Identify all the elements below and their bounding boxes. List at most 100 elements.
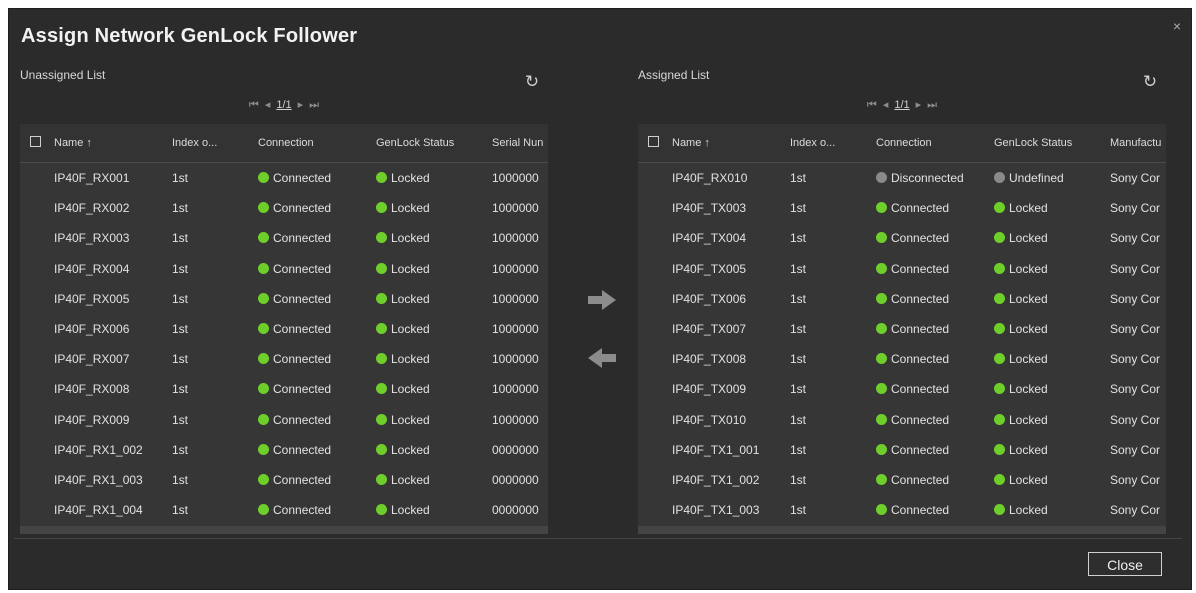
move-to-assigned-arrow-icon[interactable] <box>588 290 616 310</box>
index-text: 1st <box>790 171 807 186</box>
connection-cell: Connected <box>876 262 994 276</box>
connection-text: Connected <box>273 442 332 457</box>
table-row[interactable]: IP40F_RX1_002 1st Connected Locked 0000000 <box>20 435 548 465</box>
table-row[interactable]: IP40F_TX009 1st Connected Locked Sony Cor <box>638 374 1166 404</box>
table-row[interactable]: IP40F_TX1_001 1st Connected Locked Sony Cor <box>638 435 1166 465</box>
column-header-connection[interactable]: Connection <box>258 137 376 149</box>
table-row[interactable]: IP40F_RX1_004 1st Connected Locked 0000000 <box>20 495 548 525</box>
genlock-status-cell: Undefined <box>994 171 1110 185</box>
index-text: 1st <box>172 382 189 397</box>
table-row[interactable]: IP40F_RX005 1st Connected Locked 1000000 <box>20 284 548 314</box>
last-page-icon[interactable]: ⏭ <box>309 99 319 111</box>
connection-status-icon <box>258 353 269 365</box>
column-header-serial-number[interactable]: Serial Nun <box>492 137 548 149</box>
genlock-status-cell: Locked <box>994 473 1110 487</box>
select-all-checkbox[interactable] <box>648 136 659 147</box>
table-row[interactable]: IP40F_RX008 1st Connected Locked 1000000 <box>20 374 548 404</box>
index-text: 1st <box>790 503 807 518</box>
table-row[interactable]: IP40F_TX007 1st Connected Locked Sony Cor <box>638 314 1166 344</box>
manufacturer-cell: Sony Cor <box>1110 171 1166 185</box>
device-name-text: IP40F_RX1_002 <box>54 442 143 457</box>
connection-status-icon <box>876 353 887 365</box>
table-row[interactable]: IP40F_TX003 1st Connected Locked Sony Cor <box>638 193 1166 223</box>
refresh-icon[interactable]: ↻ <box>1140 72 1160 92</box>
first-page-icon[interactable]: ⏮ <box>249 99 259 111</box>
connection-status-icon <box>876 413 887 425</box>
prev-page-icon[interactable]: ◂ <box>265 99 271 111</box>
device-name-cell: IP40F_RX002 <box>54 201 172 215</box>
connection-cell: Connected <box>258 503 376 517</box>
manufacturer-text: Sony Cor <box>1110 322 1161 337</box>
table-header: Name ↑ Index o... Connection GenLock Sta… <box>20 124 548 163</box>
manufacturer-cell: Sony Cor <box>1110 201 1166 215</box>
close-icon[interactable]: × <box>1173 19 1181 33</box>
table-row[interactable]: IP40F_RX007 1st Connected Locked 1000000 <box>20 344 548 374</box>
table-row[interactable]: IP40F_RX003 1st Connected Locked 1000000 <box>20 223 548 253</box>
table-row[interactable]: IP40F_RX002 1st Connected Locked 1000000 <box>20 193 548 223</box>
genlock-status-text: Locked <box>391 472 430 487</box>
table-row[interactable]: IP40F_RX006 1st Connected Locked 1000000 <box>20 314 548 344</box>
table-row[interactable]: IP40F_TX004 1st Connected Locked Sony Cor <box>638 223 1166 253</box>
genlock-status-text: Locked <box>391 261 430 276</box>
device-name-text: IP40F_TX008 <box>672 352 747 367</box>
column-header-name[interactable]: Name ↑ <box>672 137 790 149</box>
manufacturer-text: Sony Cor <box>1110 472 1161 487</box>
genlock-status-text: Locked <box>1009 322 1048 337</box>
index-text: 1st <box>172 412 189 427</box>
table-row[interactable]: IP40F_TX005 1st Connected Locked Sony Cor <box>638 254 1166 284</box>
genlock-status-cell: Locked <box>376 201 492 215</box>
device-name-text: IP40F_RX001 <box>54 171 130 186</box>
horizontal-scrollbar[interactable] <box>20 526 548 534</box>
table-row[interactable]: IP40F_RX009 1st Connected Locked 1000000 <box>20 405 548 435</box>
genlock-status-icon <box>376 383 387 395</box>
connection-cell: Connected <box>876 443 994 457</box>
manufacturer-cell: Sony Cor <box>1110 382 1166 396</box>
connection-status-icon <box>258 413 269 425</box>
table-row[interactable]: IP40F_RX1_003 1st Connected Locked 0000000 <box>20 465 548 495</box>
index-cell: 1st <box>172 231 258 245</box>
table-row[interactable]: IP40F_RX004 1st Connected Locked 1000000 <box>20 254 548 284</box>
genlock-status-icon <box>994 292 1005 304</box>
serial-number-cell: 1000000 <box>492 171 548 185</box>
genlock-status-cell: Locked <box>376 382 492 396</box>
connection-text: Connected <box>273 231 332 246</box>
index-text: 1st <box>790 472 807 487</box>
connection-cell: Connected <box>876 473 994 487</box>
move-to-unassigned-arrow-icon[interactable] <box>588 348 616 368</box>
index-text: 1st <box>790 382 807 397</box>
next-page-icon[interactable]: ▸ <box>298 99 304 111</box>
table-row[interactable]: IP40F_TX008 1st Connected Locked Sony Cor <box>638 344 1166 374</box>
column-header-index[interactable]: Index o... <box>172 137 258 149</box>
index-cell: 1st <box>172 473 258 487</box>
column-header-genlock-status[interactable]: GenLock Status <box>994 137 1110 149</box>
connection-text: Connected <box>273 261 332 276</box>
genlock-status-icon <box>994 473 1005 485</box>
device-name-cell: IP40F_TX1_001 <box>672 443 790 457</box>
horizontal-scrollbar[interactable] <box>638 526 1166 534</box>
select-all-checkbox[interactable] <box>30 136 41 147</box>
table-row[interactable]: IP40F_RX001 1st Connected Locked 1000000 <box>20 163 548 193</box>
column-header-genlock-status[interactable]: GenLock Status <box>376 137 492 149</box>
table-row[interactable]: IP40F_TX010 1st Connected Locked Sony Cor <box>638 405 1166 435</box>
connection-text: Connected <box>273 503 332 518</box>
table-row[interactable]: IP40F_TX1_003 1st Connected Locked Sony Cor <box>638 495 1166 525</box>
connection-status-icon <box>876 262 887 274</box>
first-page-icon[interactable]: ⏮ <box>867 99 877 111</box>
table-row[interactable]: IP40F_TX006 1st Connected Locked Sony Cor <box>638 284 1166 314</box>
table-row[interactable]: IP40F_TX1_002 1st Connected Locked Sony Cor <box>638 465 1166 495</box>
index-cell: 1st <box>172 262 258 276</box>
connection-cell: Connected <box>876 292 994 306</box>
column-header-manufacturer[interactable]: Manufactu <box>1110 137 1166 149</box>
close-button[interactable]: Close <box>1088 552 1162 576</box>
last-page-icon[interactable]: ⏭ <box>927 99 937 111</box>
manufacturer-cell: Sony Cor <box>1110 473 1166 487</box>
device-name-text: IP40F_TX007 <box>672 322 747 337</box>
prev-page-icon[interactable]: ◂ <box>883 99 889 111</box>
genlock-status-cell: Locked <box>376 352 492 366</box>
table-row[interactable]: IP40F_RX010 1st Disconnected Undefined Sony … <box>638 163 1166 193</box>
column-header-index[interactable]: Index o... <box>790 137 876 149</box>
next-page-icon[interactable]: ▸ <box>916 99 922 111</box>
column-header-connection[interactable]: Connection <box>876 137 994 149</box>
column-header-name[interactable]: Name ↑ <box>54 137 172 149</box>
refresh-icon[interactable]: ↻ <box>522 72 542 92</box>
